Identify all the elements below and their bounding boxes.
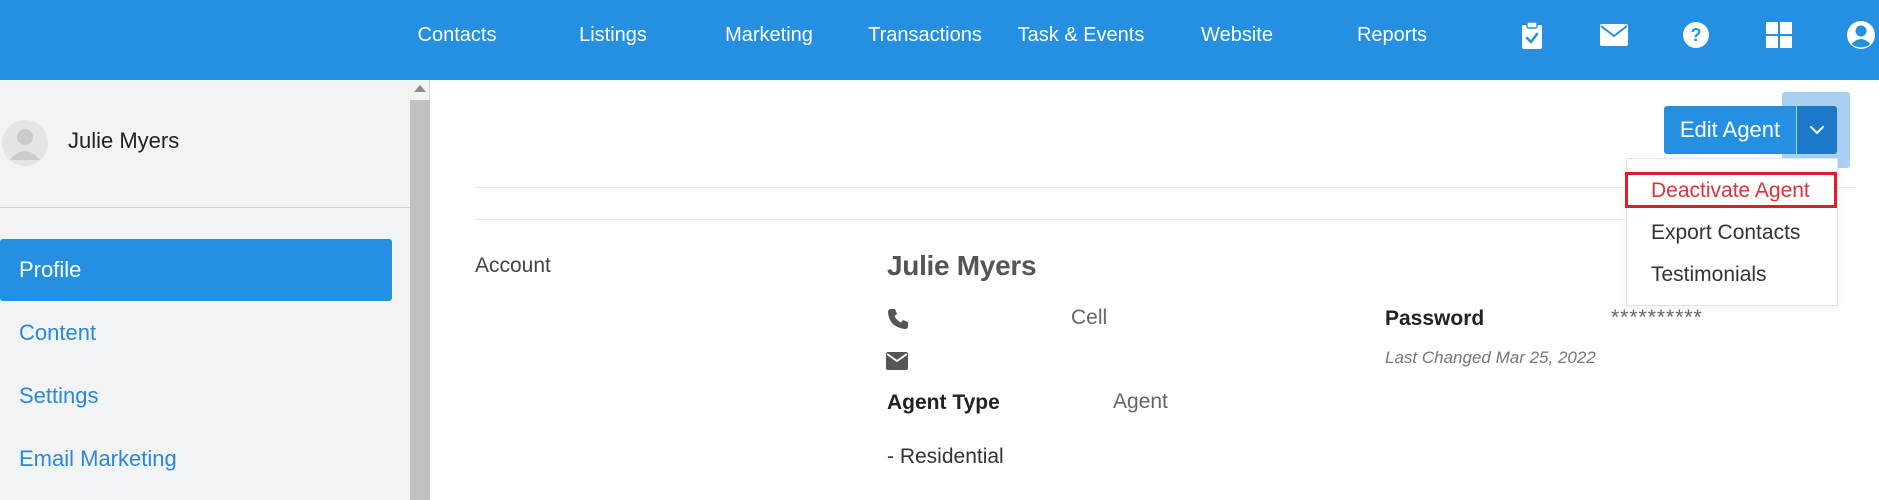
svg-text:?: ? <box>1691 25 1702 45</box>
scrollbar-thumb[interactable] <box>410 100 430 500</box>
phone-icon <box>886 307 910 331</box>
nav-contacts[interactable]: Contacts <box>418 0 497 70</box>
sidebar-item-profile[interactable]: Profile <box>0 239 392 301</box>
chevron-down-icon <box>1810 126 1824 135</box>
scroll-up-arrow[interactable] <box>414 85 426 92</box>
clipboard-check-icon[interactable] <box>1515 18 1549 52</box>
grid-icon[interactable] <box>1762 18 1796 52</box>
nav-marketing[interactable]: Marketing <box>725 0 813 70</box>
agent-name: Julie Myers <box>887 250 1037 281</box>
agent-type-label: Agent Type <box>887 391 1000 414</box>
nav-listings[interactable]: Listings <box>579 0 647 70</box>
edit-agent-dropdown-toggle[interactable] <box>1797 106 1837 154</box>
sidebar-divider <box>0 207 410 208</box>
agent-type-value: Agent <box>1113 390 1168 413</box>
nav-website[interactable]: Website <box>1201 0 1273 70</box>
top-nav: Contacts Listings Marketing Transactions… <box>0 0 1879 80</box>
edit-agent-dropdown-menu: Deactivate Agent Export Contacts Testimo… <box>1626 158 1838 306</box>
section-divider <box>475 219 1625 220</box>
nav-reports[interactable]: Reports <box>1357 0 1427 70</box>
testimonials-menu-item[interactable]: Testimonials <box>1651 263 1767 287</box>
agent-subtype: - Residential <box>887 445 1004 468</box>
edit-agent-button[interactable]: Edit Agent <box>1664 106 1796 154</box>
envelope-icon[interactable] <box>1597 18 1631 52</box>
sidebar-item-content[interactable]: Content <box>0 302 392 364</box>
sidebar-user-name: Julie Myers <box>68 128 180 153</box>
section-label-account: Account <box>475 254 551 277</box>
user-circle-icon[interactable] <box>1844 18 1878 52</box>
nav-transactions[interactable]: Transactions <box>868 0 982 70</box>
password-last-changed: Last Changed Mar 25, 2022 <box>1385 348 1596 367</box>
password-value: ********** <box>1611 306 1703 329</box>
deactivate-agent-menu-item[interactable]: Deactivate Agent <box>1651 179 1810 203</box>
sidebar-scrollbar[interactable] <box>410 80 430 500</box>
question-circle-icon[interactable]: ? <box>1679 18 1713 52</box>
sidebar-item-settings[interactable]: Settings <box>0 365 392 427</box>
envelope-icon <box>886 352 910 376</box>
nav-task-events[interactable]: Task & Events <box>1018 0 1145 70</box>
avatar <box>2 120 48 166</box>
export-contacts-menu-item[interactable]: Export Contacts <box>1651 221 1800 245</box>
phone-type-label: Cell <box>1071 306 1108 329</box>
password-label: Password <box>1385 307 1485 330</box>
sidebar-item-email-marketing[interactable]: Email Marketing <box>0 428 392 490</box>
